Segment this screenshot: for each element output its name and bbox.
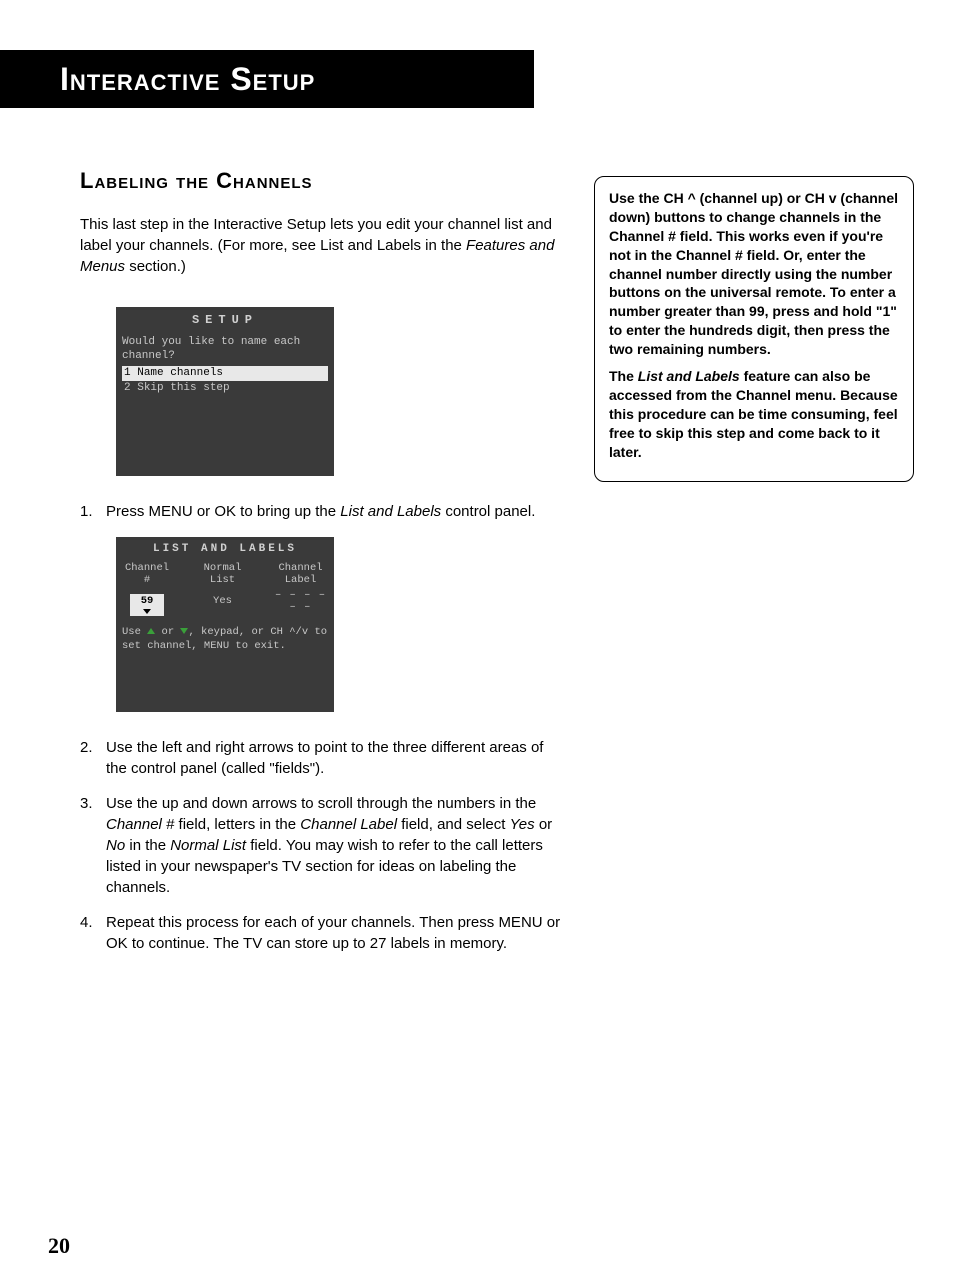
- tip2-em: List and Labels: [638, 368, 740, 384]
- setup-option-1[interactable]: 1 Name channels: [122, 366, 328, 381]
- step-2-num: 2.: [80, 737, 106, 779]
- h3b: Label: [285, 574, 317, 586]
- page-number: 20: [48, 1233, 70, 1259]
- step-1: 1. Press MENU or OK to bring up the List…: [80, 501, 564, 523]
- h2a: Normal: [204, 562, 242, 574]
- triangle-down-icon: [143, 609, 151, 614]
- step-3-text: Use the up and down arrows to scroll thr…: [106, 793, 564, 898]
- tip-box: Use the CH ^ (channel up) or CH v (chann…: [594, 176, 914, 482]
- tip2-a: The: [609, 368, 638, 384]
- intro-text-b: section.): [125, 258, 186, 275]
- content-area: Labeling the Channels This last step in …: [0, 108, 954, 968]
- intro-paragraph: This last step in the Interactive Setup …: [80, 214, 564, 277]
- header-channel-label: ChannelLabel: [273, 563, 328, 586]
- s3e: in the: [125, 837, 170, 854]
- s3b: field, letters in the: [174, 816, 300, 833]
- channel-label-value[interactable]: – – – – – –: [273, 589, 328, 621]
- step-1-text: Press MENU or OK to bring up the List an…: [106, 501, 564, 523]
- step1-b: control panel.: [441, 503, 535, 520]
- list-panel-headers: Channel# NormalList ChannelLabel: [116, 561, 334, 589]
- step-4: 4. Repeat this process for each of your …: [80, 912, 564, 954]
- step-1-num: 1.: [80, 501, 106, 523]
- setup-question: Would you like to name each channel?: [122, 335, 328, 364]
- setup-panel-title: SETUP: [116, 307, 334, 335]
- tip-paragraph-1: Use the CH ^ (channel up) or CH v (chann…: [609, 189, 899, 359]
- help-b: or: [155, 626, 180, 638]
- channel-number-field[interactable]: 59: [130, 594, 164, 616]
- steps-list: 1. Press MENU or OK to bring up the List…: [80, 501, 564, 523]
- h1a: Channel: [125, 562, 169, 574]
- h2b: List: [210, 574, 235, 586]
- setup-panel-body: Would you like to name each channel? 1 N…: [116, 335, 334, 396]
- setup-option-1-num: 1: [124, 367, 131, 379]
- normal-list-value[interactable]: Yes: [172, 595, 273, 615]
- s3a: Use the up and down arrows to scroll thr…: [106, 795, 536, 812]
- s3c: field, and select: [397, 816, 510, 833]
- s3e4: No: [106, 837, 125, 854]
- setup-option-2-label: Skip this step: [137, 382, 229, 394]
- channel-value: 59: [141, 595, 154, 607]
- step1-em: List and Labels: [340, 503, 441, 520]
- setup-option-1-label: Name channels: [137, 367, 223, 379]
- list-panel-title: LIST AND LABELS: [116, 537, 334, 561]
- step-4-num: 4.: [80, 912, 106, 954]
- step-2-text: Use the left and right arrows to point t…: [106, 737, 564, 779]
- step-4-text: Repeat this process for each of your cha…: [106, 912, 564, 954]
- s3e1: Channel #: [106, 816, 174, 833]
- header-bar: Interactive Setup: [0, 50, 534, 108]
- setup-panel: SETUP Would you like to name each channe…: [116, 307, 334, 476]
- list-panel-help: Use or , keypad, or CH ^/v to set channe…: [116, 621, 334, 657]
- step-2: 2. Use the left and right arrows to poin…: [80, 737, 564, 779]
- header-normal-list: NormalList: [172, 563, 273, 586]
- s3e2: Channel Label: [300, 816, 397, 833]
- s3e5: Normal List: [170, 837, 246, 854]
- step-3: 3. Use the up and down arrows to scroll …: [80, 793, 564, 898]
- step1-a: Press MENU or OK to bring up the: [106, 503, 340, 520]
- main-column: Labeling the Channels This last step in …: [80, 168, 564, 968]
- step-3-num: 3.: [80, 793, 106, 898]
- h3a: Channel: [278, 562, 322, 574]
- help-a: Use: [122, 626, 147, 638]
- list-panel-values: 59 Yes – – – – – –: [116, 589, 334, 621]
- s3d: or: [535, 816, 553, 833]
- tip-paragraph-2: The List and Labels feature can also be …: [609, 367, 899, 461]
- h1b: #: [144, 574, 150, 586]
- sidebar-column: Use the CH ^ (channel up) or CH v (chann…: [594, 168, 914, 968]
- setup-option-2-num: 2: [124, 382, 131, 394]
- setup-option-2[interactable]: 2 Skip this step: [122, 381, 328, 396]
- steps-list-2: 2. Use the left and right arrows to poin…: [80, 737, 564, 954]
- header-channel-num: Channel#: [122, 563, 172, 586]
- section-title: Labeling the Channels: [80, 168, 564, 194]
- s3e3: Yes: [510, 816, 535, 833]
- list-labels-panel: LIST AND LABELS Channel# NormalList Chan…: [116, 537, 334, 712]
- page-header: Interactive Setup: [60, 61, 315, 98]
